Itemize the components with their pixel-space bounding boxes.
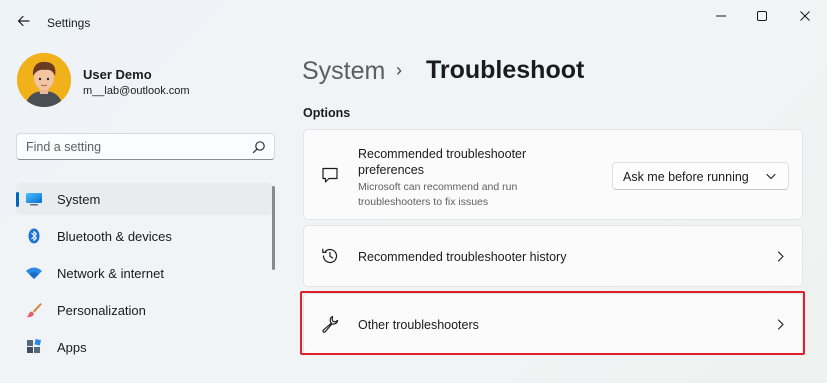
sidebar-item-label: Personalization	[57, 303, 146, 318]
minimize-icon	[716, 15, 726, 17]
sidebar-item-system[interactable]: System	[16, 183, 274, 215]
sidebar-item-bluetooth[interactable]: Bluetooth & devices	[16, 220, 274, 252]
sidebar-item-network[interactable]: Network & internet	[16, 257, 274, 289]
close-button[interactable]	[790, 4, 820, 28]
section-title: Options	[303, 106, 351, 120]
apps-icon	[27, 339, 42, 353]
chevron-right-icon	[777, 251, 784, 262]
settings-window: Settings User Demo m__lab@outlook.com Fi…	[0, 0, 827, 383]
sidebar-item-label: System	[57, 192, 101, 207]
search-button[interactable]	[252, 140, 266, 154]
preferences-description: Microsoft can recommend and run troubles…	[358, 181, 518, 208]
active-indicator	[16, 192, 19, 207]
maximize-button[interactable]	[747, 4, 777, 28]
chevron-right-icon	[777, 319, 784, 330]
user-name: User Demo	[83, 67, 152, 82]
troubleshooter-preferences-card: Recommended troubleshooter preferences M…	[303, 129, 803, 220]
chevron-down-icon	[766, 173, 776, 180]
brush-icon	[26, 303, 42, 318]
dropdown-value: Ask me before running	[623, 170, 749, 184]
user-email: m__lab@outlook.com	[83, 85, 190, 97]
run-mode-dropdown[interactable]: Ask me before running	[612, 162, 789, 190]
troubleshooter-history-card[interactable]: Recommended troubleshooter history	[303, 225, 803, 287]
sidebar-item-label: Bluetooth & devices	[57, 229, 172, 244]
user-avatar-icon	[17, 53, 71, 107]
other-troubleshooters-card[interactable]: Other troubleshooters	[303, 293, 803, 355]
wifi-icon	[26, 267, 42, 279]
breadcrumb-root[interactable]: System	[302, 57, 385, 86]
feedback-icon	[322, 167, 338, 183]
history-label: Recommended troubleshooter history	[358, 250, 567, 264]
back-arrow-icon	[17, 15, 30, 27]
page-title: Troubleshoot	[426, 56, 585, 84]
search-box[interactable]	[16, 133, 275, 160]
sidebar-item-label: Apps	[57, 340, 87, 355]
search-input[interactable]	[17, 134, 242, 159]
app-title: Settings	[47, 16, 91, 30]
history-icon	[322, 248, 338, 264]
avatar[interactable]	[17, 53, 71, 107]
close-icon	[800, 11, 810, 21]
sidebar-item-apps[interactable]: Apps	[16, 331, 274, 363]
title-bar: Settings	[0, 0, 827, 34]
search-icon	[252, 141, 265, 154]
preferences-title: Recommended troubleshooter preferences	[358, 147, 527, 177]
maximize-icon	[757, 11, 767, 21]
back-button[interactable]	[10, 9, 36, 33]
sidebar-item-personalization[interactable]: Personalization	[16, 294, 274, 326]
sidebar-item-label: Network & internet	[57, 266, 164, 281]
bluetooth-icon	[28, 228, 40, 244]
monitor-icon	[26, 193, 42, 206]
breadcrumb-separator: ›	[396, 60, 402, 80]
minimize-button[interactable]	[706, 4, 736, 28]
wrench-icon	[322, 315, 339, 333]
sidebar-scrollbar[interactable]	[272, 186, 275, 270]
other-troubleshooters-label: Other troubleshooters	[358, 318, 479, 332]
